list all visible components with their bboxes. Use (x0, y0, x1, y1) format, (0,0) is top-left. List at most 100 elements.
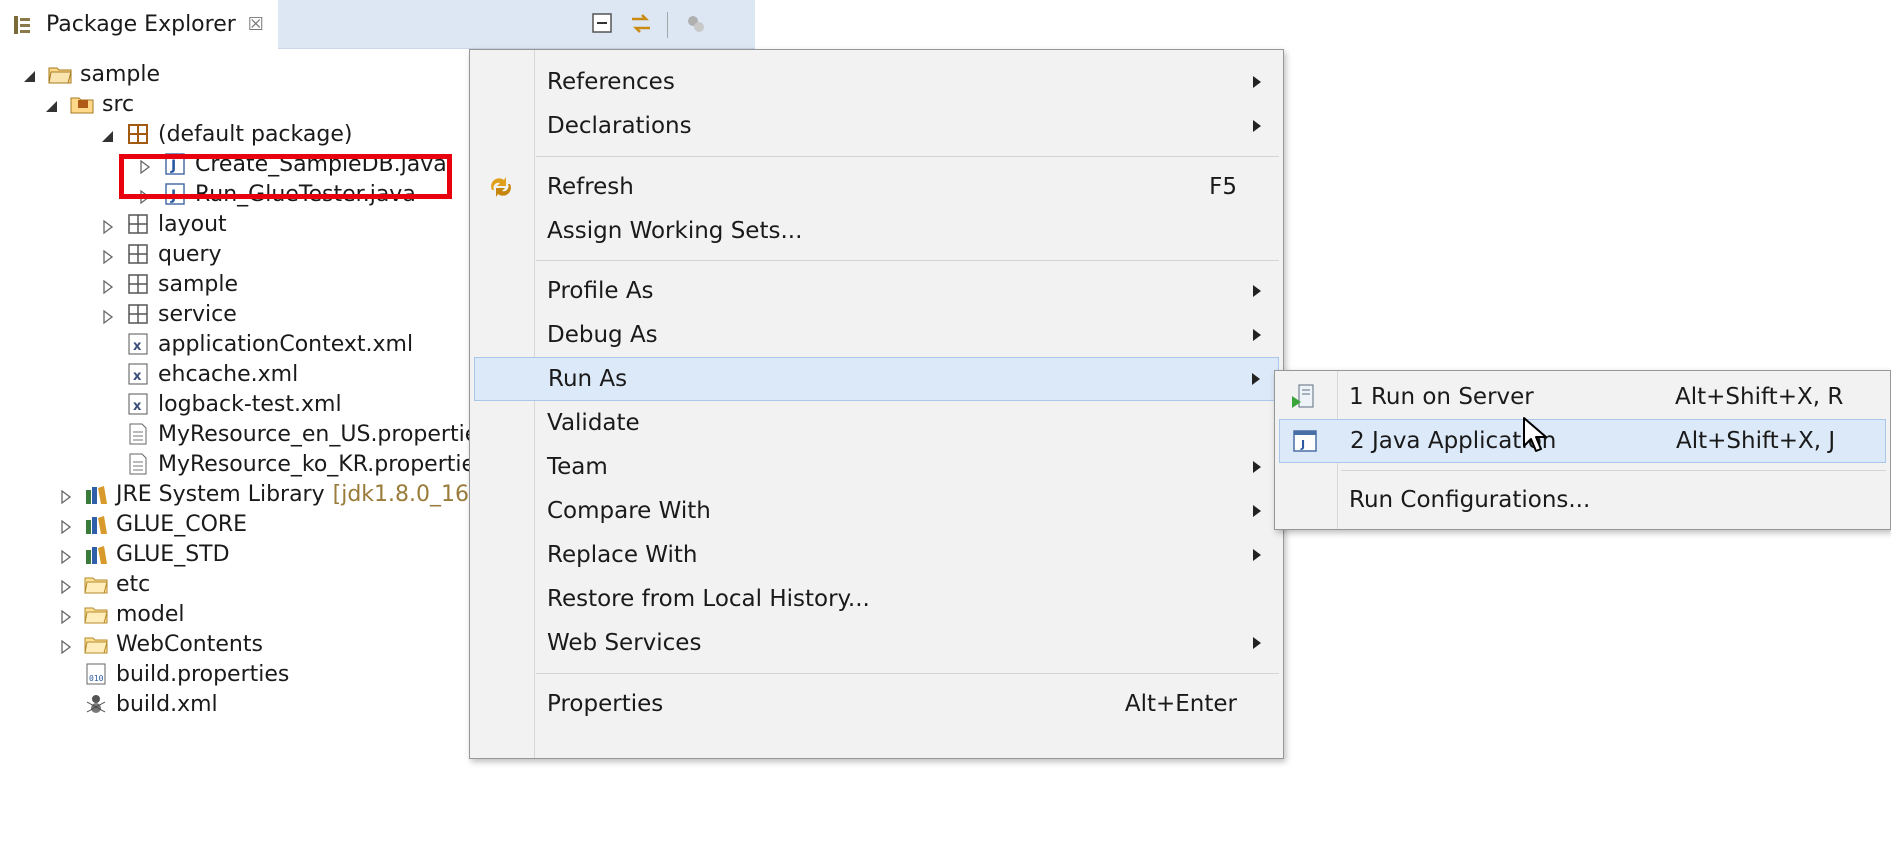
context-menu: References Declarations Refresh F5 Assig… (469, 49, 1284, 759)
tree-item-label: MyResource_en_US.properties (158, 421, 490, 447)
menu-item-label: Properties (547, 691, 664, 717)
menu-item-run-as[interactable]: Run As (474, 357, 1279, 401)
collapsed-arrow-icon[interactable] (58, 636, 74, 655)
collapsed-arrow-icon[interactable] (58, 546, 74, 565)
xml-file-icon: x (126, 332, 150, 356)
mouse-cursor-icon (1522, 416, 1550, 456)
library-icon (84, 482, 108, 506)
submenu-arrow-icon (1253, 329, 1261, 341)
submenu-arrow-icon (1253, 76, 1261, 88)
link-with-editor-icon[interactable] (628, 11, 654, 37)
menu-item-shortcut: Alt+Enter (1124, 691, 1237, 717)
toolbar-separator (667, 12, 668, 38)
close-icon[interactable]: ☒ (248, 14, 264, 35)
menu-item-label: 1 Run on Server (1349, 384, 1534, 410)
refresh-icon (486, 172, 516, 202)
collapsed-arrow-icon[interactable] (100, 306, 116, 325)
menu-item-debug-as[interactable]: Debug As (470, 313, 1283, 357)
tree-item-label: WebContents (116, 631, 263, 657)
library-icon (84, 512, 108, 536)
tree-item-label: service (158, 301, 237, 327)
menu-item-properties[interactable]: Properties Alt+Enter (470, 682, 1283, 726)
menu-item-label: Refresh (547, 174, 634, 200)
tree-item-label: applicationContext.xml (158, 331, 414, 357)
collapsed-arrow-icon[interactable] (58, 606, 74, 625)
menu-item-web-services[interactable]: Web Services (470, 621, 1283, 665)
menu-item-team[interactable]: Team (470, 445, 1283, 489)
menu-item-label: Validate (547, 410, 640, 436)
collapsed-arrow-icon[interactable] (58, 486, 74, 505)
menu-item-declarations[interactable]: Declarations (470, 104, 1283, 148)
svg-text:x: x (133, 369, 142, 384)
svg-text:J: J (1300, 438, 1305, 451)
tree-item-label: ehcache.xml (158, 361, 299, 387)
menu-item-compare-with[interactable]: Compare With (470, 489, 1283, 533)
menu-item-java-application[interactable]: J 2 Java Application Alt+Shift+X, J (1279, 419, 1886, 463)
menu-item-validate[interactable]: Validate (470, 401, 1283, 445)
menu-item-references[interactable]: References (470, 60, 1283, 104)
menu-item-replace-with[interactable]: Replace With (470, 533, 1283, 577)
xml-file-icon: x (126, 392, 150, 416)
xml-file-icon: x (126, 362, 150, 386)
expanded-arrow-icon[interactable] (44, 96, 60, 112)
tree-item-label: layout (158, 211, 227, 237)
tree-item-label: JRE System Library (116, 481, 325, 507)
submenu-arrow-icon (1253, 120, 1261, 132)
menu-item-shortcut: F5 (1209, 174, 1237, 200)
package-explorer-icon (12, 14, 34, 36)
menu-item-label: Debug As (547, 322, 658, 348)
menu-separator (536, 156, 1279, 157)
menu-item-refresh[interactable]: Refresh F5 (470, 165, 1283, 209)
tree-item-label: GLUE_STD (116, 541, 230, 567)
expanded-arrow-icon[interactable] (22, 66, 38, 82)
library-icon (84, 542, 108, 566)
tree-item[interactable]: build.xml (0, 686, 470, 722)
menu-item-run-configurations[interactable]: Run Configurations... (1275, 478, 1890, 522)
collapsed-arrow-icon[interactable] (58, 516, 74, 535)
menu-item-label: Compare With (547, 498, 711, 524)
ant-build-file-icon (84, 692, 108, 716)
menu-item-label: Team (547, 454, 608, 480)
expanded-arrow-icon[interactable] (100, 126, 116, 142)
view-menu-icon[interactable] (683, 11, 709, 37)
text-file-icon (126, 422, 150, 446)
submenu-arrow-icon (1253, 637, 1261, 649)
svg-text:x: x (133, 339, 142, 354)
menu-item-label: References (547, 69, 675, 95)
menu-separator (1341, 470, 1886, 471)
menu-item-assign-working-sets[interactable]: Assign Working Sets... (470, 209, 1283, 253)
menu-item-restore-local-history[interactable]: Restore from Local History... (470, 577, 1283, 621)
menu-separator (536, 673, 1279, 674)
folder-icon (84, 632, 108, 656)
menu-item-profile-as[interactable]: Profile As (470, 269, 1283, 313)
package-icon (126, 212, 150, 236)
package-icon (126, 272, 150, 296)
menu-item-label: Restore from Local History... (547, 586, 870, 612)
view-tab-bar: Package Explorer ☒ (0, 0, 755, 49)
collapse-all-icon[interactable] (590, 11, 616, 37)
properties-file-icon: 010 (84, 662, 108, 686)
menu-item-label: Web Services (547, 630, 702, 656)
tree-item-label: query (158, 241, 222, 267)
selection-highlight-box (119, 154, 452, 199)
tree-item-label: etc (116, 571, 151, 597)
tree-item-label: build.xml (116, 691, 218, 717)
project-folder-icon (48, 62, 72, 86)
package-icon (126, 242, 150, 266)
submenu-arrow-icon (1252, 373, 1260, 385)
collapsed-arrow-icon[interactable] (100, 216, 116, 235)
tree-item-label: logback-test.xml (158, 391, 342, 417)
tree-item-label: build.properties (116, 661, 290, 687)
menu-item-run-on-server[interactable]: 1 Run on Server Alt+Shift+X, R (1275, 375, 1890, 419)
collapsed-arrow-icon[interactable] (58, 576, 74, 595)
view-toolbar (278, 0, 755, 49)
collapsed-arrow-icon[interactable] (100, 276, 116, 295)
package-explorer-tab[interactable]: Package Explorer ☒ (0, 0, 278, 49)
folder-icon (84, 572, 108, 596)
collapsed-arrow-icon[interactable] (100, 246, 116, 265)
tree-item-label: src (102, 91, 135, 117)
menu-item-label: Declarations (547, 113, 692, 139)
tree-item-label: GLUE_CORE (116, 511, 248, 537)
text-file-icon (126, 452, 150, 476)
tree-item-label: MyResource_ko_KR.properties (158, 451, 487, 477)
